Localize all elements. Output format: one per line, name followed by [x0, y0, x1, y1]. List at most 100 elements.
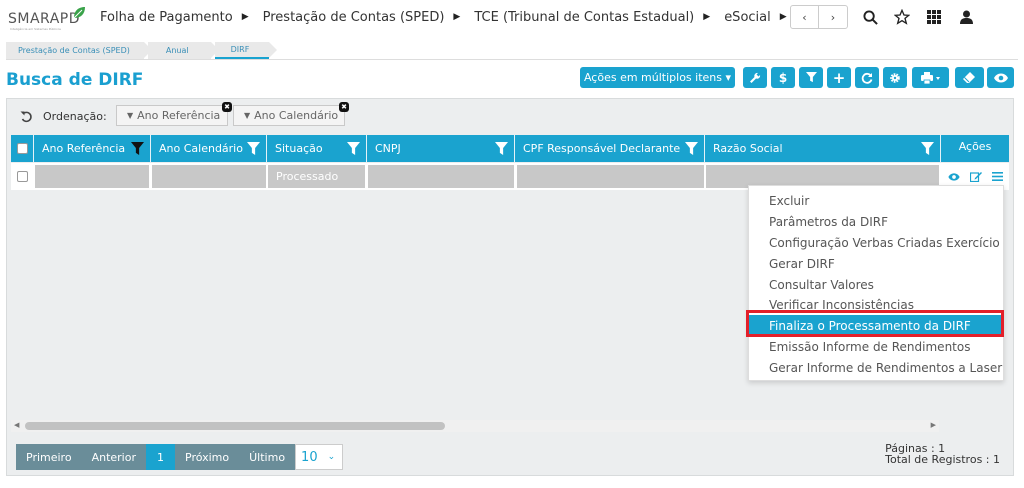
top-bar: SMARAPD Inteligência em Sistemas Público…	[0, 0, 1024, 34]
plus-icon[interactable]: +	[827, 67, 851, 88]
highlight-box	[746, 310, 1004, 337]
nav-label: Prestação de Contas (SPED)	[262, 9, 445, 25]
chevron-down-icon: ⌄	[327, 452, 336, 462]
multi-actions-button[interactable]: Ações em múltiplos itens ▾	[580, 67, 735, 88]
nav-next-button[interactable]: ›	[819, 6, 847, 28]
chip-label: Ano Referência	[137, 109, 221, 122]
cell-cpf	[517, 165, 704, 188]
breadcrumb-item-anual[interactable]: Anual	[147, 42, 219, 59]
star-icon[interactable]	[892, 7, 912, 27]
nav-folha-de-pagamento[interactable]: Folha de Pagamento ▶	[100, 10, 249, 25]
refresh-icon[interactable]	[855, 67, 879, 88]
menu-item-gerar-informe-laser[interactable]: Gerar Informe de Rendimentos a Laser	[769, 361, 1002, 375]
breadcrumb-label: Prestação de Contas (SPED)	[18, 46, 130, 55]
order-chip-ano-calendario[interactable]: ▼ Ano Calendário ✖	[233, 102, 349, 126]
column-cpf-responsavel[interactable]: CPF Responsável Declarante	[515, 135, 705, 162]
table-header: Ano Referência Ano Calendário Situação C…	[11, 135, 1009, 162]
nav-prestacao-de-contas[interactable]: Prestação de Contas (SPED) ▶	[263, 10, 461, 25]
edit-icon[interactable]	[970, 171, 982, 182]
view-eye-icon[interactable]	[948, 173, 960, 181]
menu-item-gerar-dirf[interactable]: Gerar DIRF	[769, 257, 835, 271]
next-page-button[interactable]: Próximo	[175, 444, 240, 470]
column-ano-calendario[interactable]: Ano Calendário	[151, 135, 267, 162]
leaf-icon	[73, 7, 85, 19]
column-label: Ano Calendário	[159, 142, 243, 155]
menu-icon[interactable]	[992, 172, 1003, 181]
column-label: Razão Social	[713, 142, 783, 155]
filter-icon[interactable]	[921, 142, 934, 155]
previous-page-button[interactable]: Anterior	[81, 444, 146, 470]
row-checkbox[interactable]	[17, 171, 28, 182]
caret-right-icon: ▶	[241, 12, 249, 22]
ordering-label: Ordenação:	[43, 109, 107, 123]
remove-chip-icon[interactable]: ✖	[339, 102, 349, 112]
filter-icon[interactable]	[131, 142, 144, 155]
breadcrumb-item-prestacao[interactable]: Prestação de Contas (SPED)	[6, 42, 152, 59]
ordering-bar: Ordenação:	[20, 104, 107, 128]
smarapd-logo[interactable]: SMARAPD Inteligência em Sistemas Público…	[8, 6, 90, 32]
print-icon[interactable]	[912, 67, 949, 88]
filter-icon[interactable]	[247, 142, 260, 155]
breadcrumb: Prestação de Contas (SPED) Anual DIRF	[6, 42, 277, 59]
horizontal-scrollbar[interactable]: ◀ ▶	[11, 420, 939, 432]
scrollbar-thumb[interactable]	[25, 422, 445, 430]
menu-item-parametros-dirf[interactable]: Parâmetros da DIRF	[769, 215, 888, 229]
order-chip-ano-referencia[interactable]: ▼ Ano Referência ✖	[116, 102, 232, 126]
scroll-left-icon[interactable]: ◀	[14, 421, 19, 429]
column-situacao[interactable]: Situação	[267, 135, 367, 162]
caret-down-icon: ▼	[127, 111, 134, 120]
select-all-checkbox[interactable]	[17, 143, 28, 154]
user-icon[interactable]	[956, 7, 976, 27]
filter-icon[interactable]	[799, 67, 823, 88]
dollar-icon[interactable]: $	[771, 67, 795, 88]
page-title: Busca de DIRF	[6, 70, 144, 90]
nav-prev-button[interactable]: ‹	[791, 6, 819, 28]
total-records: Total de Registros : 1	[885, 453, 1000, 466]
chip-label: Ano Calendário	[254, 109, 339, 122]
row-actions-menu: Excluir Parâmetros da DIRF Configuração …	[748, 185, 1004, 381]
nav-label: TCE (Tribunal de Contas Estadual)	[474, 9, 695, 25]
last-page-button[interactable]: Último	[239, 444, 296, 470]
breadcrumb-label: DIRF	[230, 45, 250, 54]
wrench-icon[interactable]	[743, 67, 767, 88]
nav-label: eSocial	[724, 9, 771, 25]
select-all-cell	[11, 135, 34, 162]
page-size-select[interactable]: 10 ⌄	[295, 444, 344, 470]
first-page-button[interactable]: Primeiro	[16, 444, 82, 470]
caret-down-icon: ▼	[244, 111, 251, 120]
caret-right-icon: ▶	[703, 12, 711, 22]
column-label: Ano Referência	[42, 142, 126, 155]
menu-item-excluir[interactable]: Excluir	[769, 194, 809, 208]
menu-item-emissao-informe[interactable]: Emissão Informe de Rendimentos	[769, 340, 970, 354]
remove-chip-icon[interactable]: ✖	[222, 102, 232, 112]
logo-text: SMARAPD	[8, 11, 81, 27]
column-ano-referencia[interactable]: Ano Referência	[34, 135, 151, 162]
menu-item-consultar-valores[interactable]: Consultar Valores	[769, 278, 874, 292]
cell-situacao: Processado	[268, 165, 365, 188]
eraser-icon[interactable]	[955, 67, 984, 88]
gear-icon[interactable]	[883, 67, 907, 88]
search-icon[interactable]	[860, 7, 880, 27]
cell-ano-referencia	[35, 165, 149, 188]
filter-icon[interactable]	[685, 142, 698, 155]
filter-icon[interactable]	[495, 142, 508, 155]
nav-tce[interactable]: TCE (Tribunal de Contas Estadual) ▶	[474, 10, 710, 25]
column-label: Situação	[275, 142, 323, 155]
breadcrumb-label: Anual	[165, 46, 189, 55]
breadcrumb-item-dirf[interactable]: DIRF	[214, 42, 277, 59]
undo-icon[interactable]	[20, 110, 33, 123]
filter-icon[interactable]	[347, 142, 360, 155]
column-label: CPF Responsável Declarante	[523, 142, 681, 155]
nav-esocial[interactable]: eSocial ▶	[724, 10, 786, 25]
nav-label: Folha de Pagamento	[100, 9, 233, 25]
scroll-right-icon[interactable]: ▶	[931, 421, 936, 429]
caret-right-icon: ▶	[453, 12, 461, 22]
apps-grid-icon[interactable]	[924, 7, 944, 27]
menu-item-configuracao-verbas[interactable]: Configuração Verbas Criadas Exercício	[769, 236, 1000, 250]
current-page-button[interactable]: 1	[146, 444, 175, 470]
top-navigation: Folha de Pagamento ▶ Prestação de Contas …	[100, 0, 801, 34]
column-razao-social[interactable]: Razão Social	[705, 135, 941, 162]
row-select-cell	[14, 165, 31, 188]
column-cnpj[interactable]: CNPJ	[367, 135, 515, 162]
eye-icon[interactable]	[987, 67, 1014, 88]
